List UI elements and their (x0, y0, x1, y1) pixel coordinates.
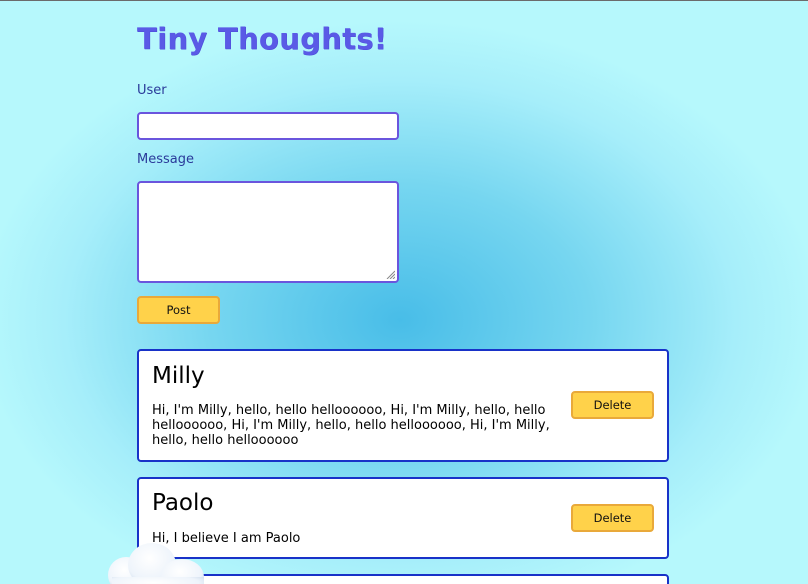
post-author: Milly (152, 363, 205, 389)
message-label: Message (137, 152, 194, 167)
post-card-partial (137, 574, 669, 584)
post-message: Hi, I'm Milly, hello, hello helloooooo, … (152, 403, 550, 448)
delete-button[interactable]: Delete (571, 504, 654, 532)
cloud-decoration (108, 543, 204, 584)
post-card: Milly Hi, I'm Milly, hello, hello helloo… (137, 349, 669, 462)
post-button[interactable]: Post (137, 296, 220, 324)
post-card: Paolo Hi, I believe I am Paolo Delete (137, 477, 669, 559)
delete-button[interactable]: Delete (571, 391, 654, 419)
window-top-border (0, 0, 808, 1)
resize-grip-icon[interactable] (386, 270, 395, 279)
message-textarea[interactable] (137, 181, 399, 283)
page-title: Tiny Thoughts! (137, 22, 388, 56)
post-author: Paolo (152, 490, 214, 516)
user-label: User (137, 83, 167, 98)
user-input[interactable] (137, 112, 399, 140)
